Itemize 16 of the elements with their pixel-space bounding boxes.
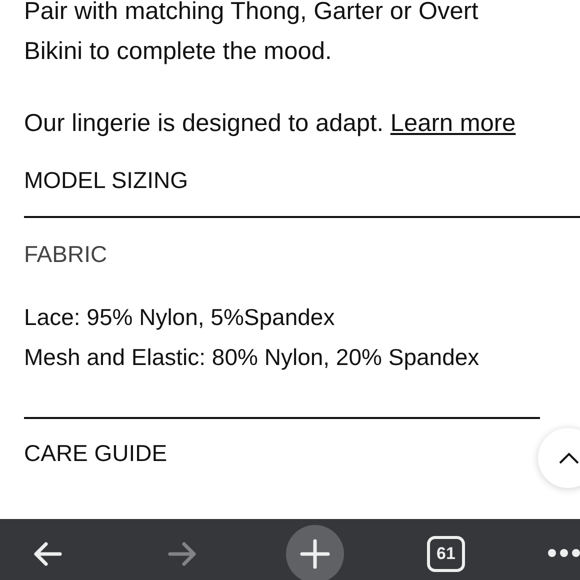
back-button[interactable] bbox=[32, 539, 64, 569]
section-header[interactable]: MODEL SIZING bbox=[24, 144, 188, 216]
fabric-text: Mesh and Elastic: 80% Nylon, 20% Spandex bbox=[24, 343, 480, 372]
left-arrow-icon bbox=[32, 539, 64, 569]
section-header[interactable]: CARE GUIDE bbox=[24, 419, 168, 489]
right-arrow-icon bbox=[166, 539, 198, 569]
plus-icon bbox=[299, 538, 331, 570]
tab-count-button[interactable]: 61 bbox=[427, 536, 465, 572]
scroll-to-top-button[interactable] bbox=[538, 428, 580, 488]
fabric-text: Lace: 95% Nylon, 5%Spandex bbox=[24, 303, 336, 332]
section-header[interactable]: FABRIC bbox=[24, 218, 108, 268]
learn-more-link[interactable]: Learn more bbox=[390, 110, 516, 137]
more-menu-icon[interactable] bbox=[548, 549, 580, 557]
description-text: Pair with matching Thong, Garter or Overt Bikini to complete the mood. bbox=[24, 0, 480, 67]
adapt-text: Our lingerie is designed to adapt. Learn more bbox=[24, 109, 517, 139]
chevron-up-icon bbox=[558, 451, 580, 465]
